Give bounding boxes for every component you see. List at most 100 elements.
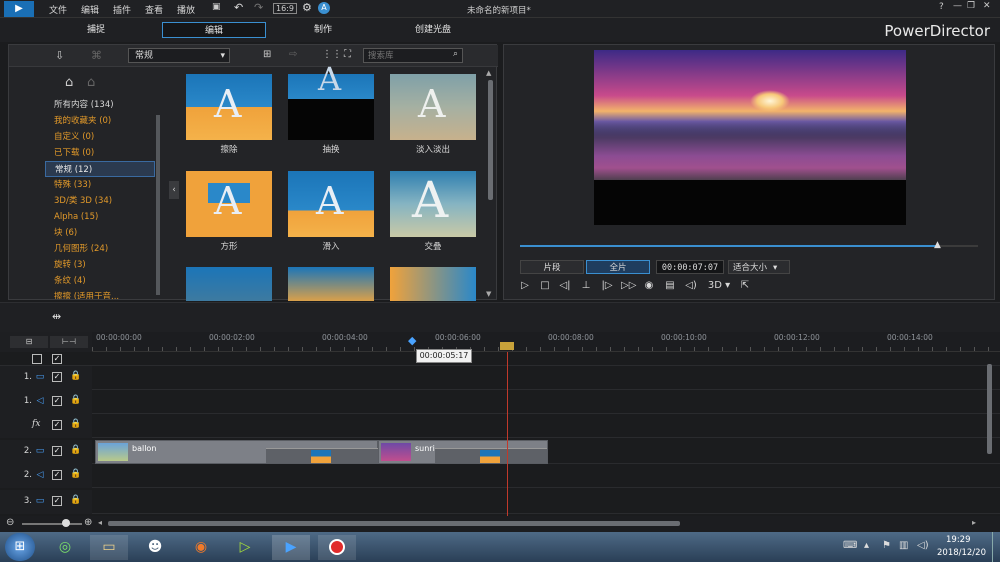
category-item[interactable]: Alpha (15) xyxy=(45,209,155,225)
menu-edit[interactable]: 编辑 xyxy=(81,3,99,16)
save-icon[interactable]: ▣ xyxy=(212,2,221,12)
close-icon[interactable]: ✕ xyxy=(983,1,991,11)
zoom-slider-handle[interactable] xyxy=(62,519,70,527)
restore-icon[interactable]: ❐ xyxy=(967,1,975,11)
category-item[interactable]: 特殊 (33) xyxy=(45,177,155,193)
previous-frame-icon[interactable]: ◁| xyxy=(558,279,572,293)
import-icon[interactable]: ⇩ xyxy=(55,49,64,62)
transition-thumbnail[interactable]: A xyxy=(390,171,476,237)
grid-view-icon[interactable]: ⋮⋮ xyxy=(322,49,342,60)
volume-icon[interactable]: ◁) xyxy=(684,279,698,293)
transition-thumbnail[interactable]: A xyxy=(186,74,272,140)
network-tray-icon[interactable]: ▥ xyxy=(899,540,908,551)
track-enable-checkbox[interactable]: ✓ xyxy=(52,372,62,382)
zoom-slider-track[interactable] xyxy=(22,523,82,525)
enable-all-checkbox[interactable]: ✓ xyxy=(52,354,62,364)
fullscreen-icon[interactable]: ⛶ xyxy=(344,49,351,60)
timeline-vertical-scrollbar[interactable] xyxy=(987,364,992,454)
zoom-fit-icon[interactable]: ⊢⊣ xyxy=(50,336,88,348)
lock-icon[interactable]: 🔒 xyxy=(70,419,81,429)
category-item[interactable]: 几何图形 (24) xyxy=(45,241,155,257)
category-item[interactable]: 擦擦 (适用于音... xyxy=(45,289,155,299)
fast-forward-icon[interactable]: ▷▷ xyxy=(621,279,636,293)
track-enable-checkbox[interactable]: ✓ xyxy=(52,496,62,506)
lock-icon[interactable]: 🔒 xyxy=(70,371,81,381)
aspect-ratio-icon[interactable]: 16:9 xyxy=(273,3,297,14)
search-input[interactable] xyxy=(364,49,442,62)
next-frame-icon[interactable]: |▷ xyxy=(600,279,614,293)
track-enable-checkbox[interactable]: ✓ xyxy=(52,396,62,406)
browser-360-icon[interactable]: ◎ xyxy=(46,535,84,560)
help-icon[interactable]: ? xyxy=(939,2,944,12)
stop-icon[interactable]: □ xyxy=(538,279,552,293)
category-item[interactable]: 旋转 (3) xyxy=(45,257,155,273)
timecode-display[interactable]: 00:00:07:07 xyxy=(656,260,724,274)
collapse-panel-icon[interactable]: ‹ xyxy=(169,181,179,199)
category-item[interactable]: 我的收藏夹 (0) xyxy=(45,113,155,129)
video-clip[interactable]: ballon xyxy=(95,440,378,464)
scroll-left-icon[interactable]: ◂ xyxy=(98,518,102,527)
library-scrollbar[interactable] xyxy=(488,80,493,200)
user-icon[interactable]: A xyxy=(318,2,330,14)
transition-thumbnail[interactable] xyxy=(288,267,374,301)
movie-mode-button[interactable]: 全片 xyxy=(586,260,650,274)
menu-plugins[interactable]: 插件 xyxy=(113,3,131,16)
show-desktop-button[interactable] xyxy=(992,532,1000,562)
volume-tray-icon[interactable]: ◁) xyxy=(917,540,929,551)
lock-icon[interactable]: 🔒 xyxy=(70,395,81,405)
scroll-down-arrow-icon[interactable]: ▼ xyxy=(486,290,491,298)
lock-icon[interactable]: 🔒 xyxy=(70,495,81,505)
qq-icon[interactable]: ☻ xyxy=(136,535,174,560)
menu-play[interactable]: 播放 xyxy=(177,3,195,16)
timeline-horizontal-scrollbar[interactable] xyxy=(108,521,680,526)
undo-icon[interactable]: ↶ xyxy=(234,1,243,14)
subtitle-icon[interactable]: ▤ xyxy=(663,279,677,293)
category-item[interactable]: 条纹 (4) xyxy=(45,273,155,289)
redo-icon[interactable]: ↷ xyxy=(254,1,263,14)
screen-recorder-icon[interactable] xyxy=(318,535,356,560)
transition-thumbnail[interactable] xyxy=(390,267,476,301)
transition-thumbnail[interactable]: A xyxy=(186,171,272,237)
transition-thumbnail[interactable] xyxy=(186,267,272,301)
tab-produce[interactable]: 制作 xyxy=(271,22,375,38)
tab-capture[interactable]: 捕捉 xyxy=(44,22,148,38)
category-scrollbar[interactable] xyxy=(156,115,160,295)
file-explorer-icon[interactable]: ▭ xyxy=(90,535,128,560)
menu-file[interactable]: 文件 xyxy=(49,3,67,16)
3d-mode-button[interactable]: 3D ▾ xyxy=(704,279,734,293)
category-item[interactable]: 已下载 (0) xyxy=(45,145,155,161)
media-app-icon[interactable]: ▷ xyxy=(226,535,264,560)
gear-icon[interactable]: ⚙ xyxy=(302,1,312,14)
powerdirector-taskbar-icon[interactable]: ▶ xyxy=(272,535,310,560)
lock-icon[interactable]: 🔒 xyxy=(70,445,81,455)
zoom-in-icon[interactable]: ⊕ xyxy=(84,517,92,528)
scrubber-handle-icon[interactable]: ▲ xyxy=(934,240,941,250)
track-manager-icon[interactable]: ⊟ xyxy=(10,336,48,348)
preview-scrubber-progress[interactable] xyxy=(520,245,938,247)
category-dropdown[interactable]: 常规 ▾ xyxy=(128,48,230,63)
track-enable-checkbox[interactable]: ✓ xyxy=(52,446,62,456)
clock-date[interactable]: 2018/12/20 xyxy=(937,548,986,558)
zoom-out-icon[interactable]: ⊖ xyxy=(6,517,14,528)
search-icon[interactable]: ⌕ xyxy=(453,49,458,59)
split-icon[interactable]: ⊥ xyxy=(579,279,593,293)
playhead-handle[interactable] xyxy=(500,342,514,350)
tab-edit[interactable]: 编辑 xyxy=(162,22,266,38)
undock-icon[interactable]: ⇱ xyxy=(738,279,752,293)
transition-thumbnail[interactable]: A xyxy=(390,74,476,140)
scroll-up-arrow-icon[interactable]: ▲ xyxy=(486,69,491,77)
keyboard-tray-icon[interactable]: ⌨ xyxy=(843,540,857,551)
zoom-dropdown[interactable]: 适合大小 ▾ xyxy=(728,260,790,274)
scroll-right-icon[interactable]: ▸ xyxy=(972,518,976,527)
lock-icon[interactable]: 🔒 xyxy=(70,469,81,479)
track-enable-checkbox[interactable]: ✓ xyxy=(52,470,62,480)
timeline-ruler[interactable]: 00:00:00:00 00:00:02:00 00:00:04:00 00:0… xyxy=(92,332,1000,352)
add-icon[interactable]: ⊞ xyxy=(263,49,271,60)
show-hidden-icons-icon[interactable]: ▴ xyxy=(864,540,869,551)
transition-thumbnail[interactable]: A xyxy=(288,60,374,140)
category-item[interactable]: 3D/类 3D (34) xyxy=(45,193,155,209)
flag-tray-icon[interactable]: ⚑ xyxy=(882,540,891,551)
track-enable-checkbox[interactable]: ✓ xyxy=(52,420,62,430)
time-cursor-icon[interactable]: ◆ xyxy=(408,334,416,347)
menu-view[interactable]: 查看 xyxy=(145,3,163,16)
